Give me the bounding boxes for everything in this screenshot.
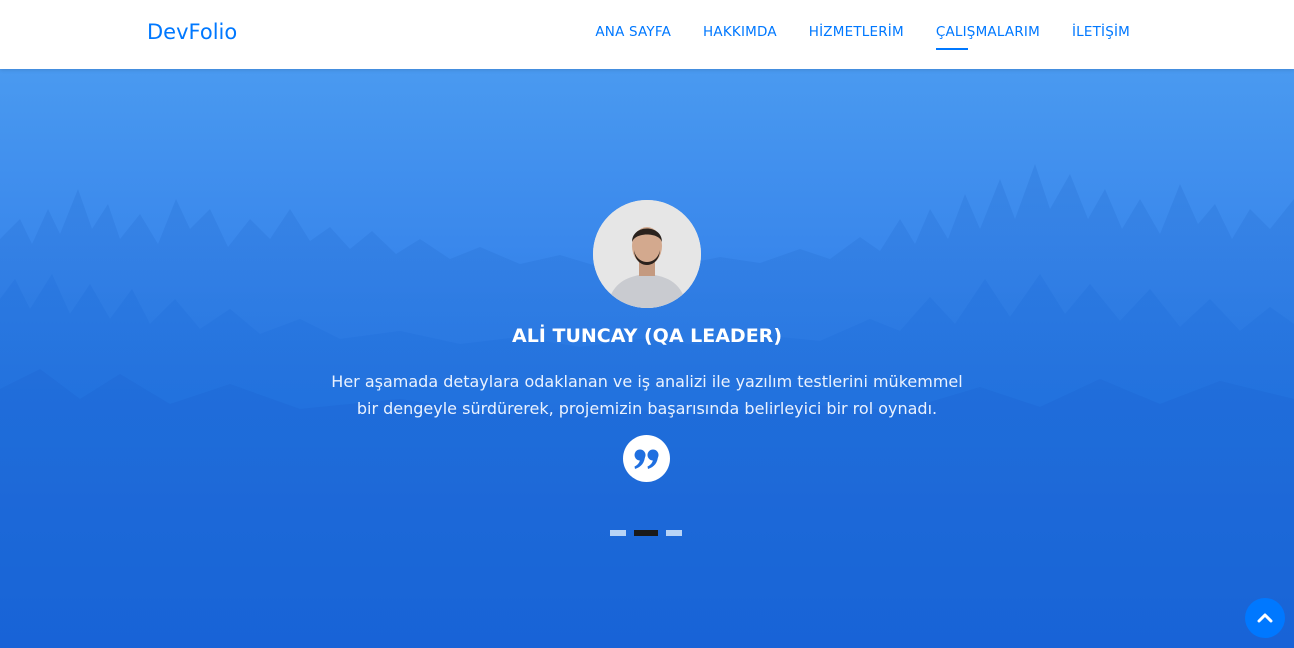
forest-background xyxy=(0,164,1294,648)
nav-item-home: ANA SAYFA xyxy=(595,23,671,48)
nav-item-about: HAKKIMDA xyxy=(703,23,777,48)
chevron-up-icon xyxy=(1257,613,1273,623)
nav-link-about[interactable]: HAKKIMDA xyxy=(703,24,777,48)
nav-item-services: HİZMETLERİM xyxy=(809,23,904,48)
nav-item-contact: İLETİŞİM xyxy=(1072,23,1130,48)
nav-link-contact[interactable]: İLETİŞİM xyxy=(1072,24,1130,48)
back-to-top-button[interactable] xyxy=(1245,598,1285,638)
carousel-dot[interactable] xyxy=(666,530,682,536)
testimonial-avatar xyxy=(593,200,701,308)
testimonial-text: Her aşamada detaylara odaklanan ve iş an… xyxy=(331,372,963,418)
navbar: DevFolio ANA SAYFA HAKKIMDA HİZMETLERİM … xyxy=(0,0,1294,69)
nav-item-works: ÇALIŞMALARIM xyxy=(935,23,1040,50)
nav-link-home[interactable]: ANA SAYFA xyxy=(595,24,671,48)
carousel-dot[interactable] xyxy=(610,530,626,536)
person-photo xyxy=(593,200,701,308)
nav-menu: ANA SAYFA HAKKIMDA HİZMETLERİM ÇALIŞMALA… xyxy=(595,23,1130,50)
testimonial-section: ALİ TUNCAY (QA LEADER) Her aşamada detay… xyxy=(0,69,1294,648)
quote-icon xyxy=(623,435,670,482)
nav-link-services[interactable]: HİZMETLERİM xyxy=(809,24,904,48)
nav-link-works[interactable]: ÇALIŞMALARIM xyxy=(935,24,1040,50)
brand-logo[interactable]: DevFolio xyxy=(147,20,237,44)
carousel-indicators xyxy=(610,530,682,536)
carousel-dot-active[interactable] xyxy=(634,530,658,536)
testimonial-name: ALİ TUNCAY (QA LEADER) xyxy=(512,325,782,347)
